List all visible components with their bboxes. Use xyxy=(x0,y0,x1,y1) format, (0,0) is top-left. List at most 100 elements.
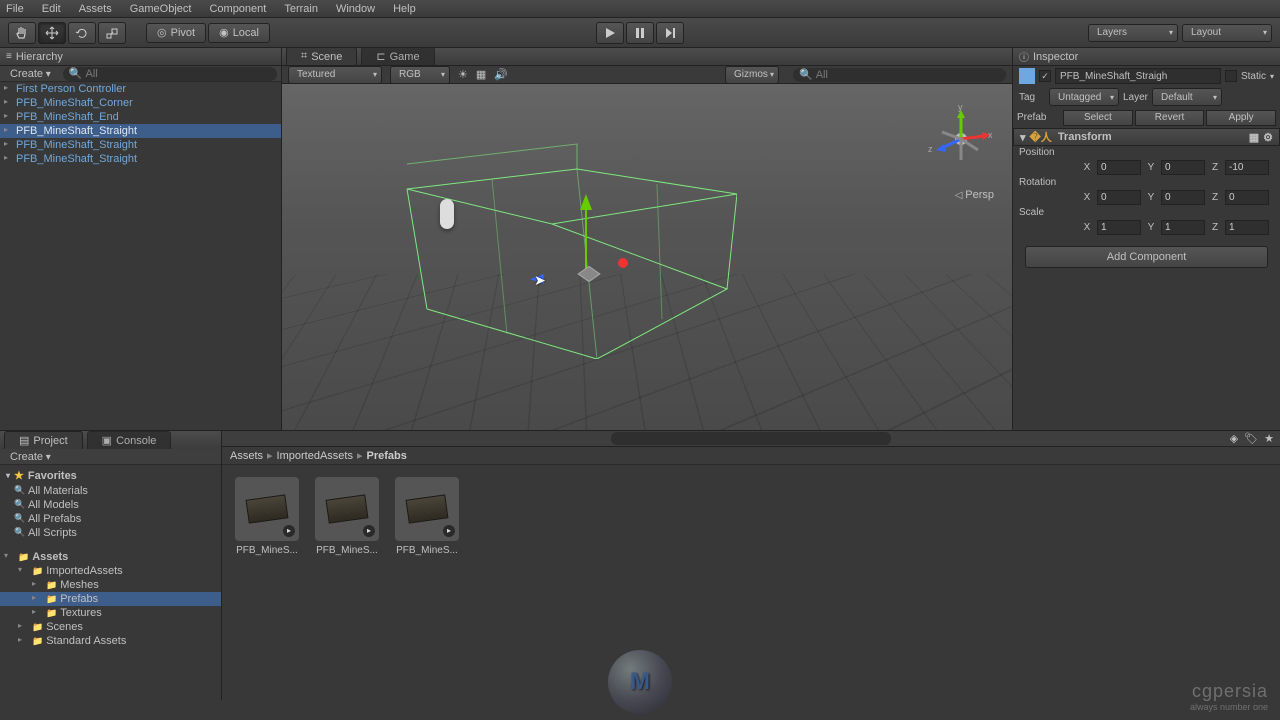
active-checkbox[interactable]: ✓ xyxy=(1039,70,1051,82)
layers-dropdown[interactable]: Layers xyxy=(1088,24,1178,42)
tab-project[interactable]: ▤Project xyxy=(4,431,83,449)
hierarchy-create[interactable]: Create ▾ xyxy=(4,68,57,80)
prefab-select-button[interactable]: Select xyxy=(1063,110,1133,126)
folder-item[interactable]: 📁ImportedAssets xyxy=(0,564,221,578)
favorites-label: Favorites xyxy=(28,470,77,482)
assets-search[interactable] xyxy=(611,432,891,445)
rotate-tool[interactable] xyxy=(68,22,96,44)
crumb-prefabs[interactable]: Prefabs xyxy=(367,450,407,462)
gear-icon[interactable]: ⚙ xyxy=(1263,131,1273,144)
filter-icon[interactable]: ◈ xyxy=(1230,432,1238,445)
favorite-item[interactable]: All Models xyxy=(0,498,221,512)
orientation-gizmo[interactable]: y x z xyxy=(926,104,996,174)
favorites-header[interactable]: ▾★Favorites xyxy=(0,467,221,484)
step-button[interactable] xyxy=(656,22,684,44)
hierarchy-item[interactable]: PFB_MineShaft_Straight xyxy=(0,138,281,152)
play-button[interactable] xyxy=(596,22,624,44)
audio-icon[interactable]: 🔊 xyxy=(494,68,508,81)
player-capsule xyxy=(440,199,454,229)
fx-icon[interactable]: ▦ xyxy=(476,68,486,81)
layer-dropdown[interactable]: Default xyxy=(1152,88,1222,106)
menu-help[interactable]: Help xyxy=(393,3,416,15)
folder-item[interactable]: 📁Scenes xyxy=(0,620,221,634)
crumb-imported[interactable]: ImportedAssets xyxy=(277,450,353,462)
position-z[interactable] xyxy=(1225,160,1269,175)
gizmo-x-arrow[interactable] xyxy=(618,258,628,268)
static-dropdown-icon[interactable]: ▾ xyxy=(1270,72,1274,81)
transform-header[interactable]: ▾ �人 Transform ▦ ⚙ xyxy=(1013,128,1280,146)
tab-game[interactable]: ⊏Game xyxy=(361,47,434,65)
asset-item[interactable]: PFB_MineS... xyxy=(314,477,380,556)
assets-toolbar: ◈ 🏷 ★ xyxy=(222,431,1280,447)
star-icon[interactable]: ★ xyxy=(1264,432,1274,445)
menu-gameobject[interactable]: GameObject xyxy=(130,3,192,15)
asset-item[interactable]: PFB_MineS... xyxy=(394,477,460,556)
hierarchy-item[interactable]: PFB_MineShaft_Corner xyxy=(0,96,281,110)
assets-root[interactable]: 📁Assets xyxy=(0,550,221,564)
light-icon[interactable]: ☀ xyxy=(458,68,468,81)
gizmos-dropdown[interactable]: Gizmos xyxy=(725,66,779,84)
static-checkbox[interactable] xyxy=(1225,70,1237,82)
scale-tool[interactable] xyxy=(98,22,126,44)
hierarchy-item[interactable]: First Person Controller xyxy=(0,82,281,96)
scene-viewport[interactable]: ➤ y x z ◁ Persp xyxy=(282,84,1012,430)
layout-dropdown[interactable]: Layout xyxy=(1182,24,1272,42)
add-component-button[interactable]: Add Component xyxy=(1025,246,1268,268)
asset-item[interactable]: PFB_MineS... xyxy=(234,477,300,556)
menu-assets[interactable]: Assets xyxy=(79,3,112,15)
scale-x[interactable] xyxy=(1097,220,1141,235)
move-tool[interactable] xyxy=(38,22,66,44)
rotation-z[interactable] xyxy=(1225,190,1269,205)
hierarchy-item[interactable]: PFB_MineShaft_Straight xyxy=(0,152,281,166)
favorite-item[interactable]: All Prefabs xyxy=(0,512,221,526)
rotation-x[interactable] xyxy=(1097,190,1141,205)
help-icon[interactable]: ▦ xyxy=(1249,131,1259,144)
shading-dropdown[interactable]: Textured xyxy=(288,66,382,84)
hierarchy-search[interactable]: 🔍 All xyxy=(63,67,277,81)
tab-scene[interactable]: ⌗Scene xyxy=(286,47,357,65)
object-name-row: ✓ PFB_MineShaft_Straigh Static ▾ xyxy=(1013,66,1280,86)
folder-item[interactable]: 📁Standard Assets xyxy=(0,634,221,648)
scene-search[interactable]: 🔍 All xyxy=(793,68,1006,82)
menu-edit[interactable]: Edit xyxy=(42,3,61,15)
scale-z[interactable] xyxy=(1225,220,1269,235)
prefab-revert-button[interactable]: Revert xyxy=(1135,110,1205,126)
rotation-y[interactable] xyxy=(1161,190,1205,205)
tab-console[interactable]: ▣Console xyxy=(87,431,172,449)
object-name-field[interactable]: PFB_MineShaft_Straigh xyxy=(1055,68,1221,84)
folder-item[interactable]: 📁Textures xyxy=(0,606,221,620)
menu-file[interactable]: File xyxy=(6,3,24,15)
label-icon[interactable]: 🏷 xyxy=(1244,432,1258,445)
render-dropdown[interactable]: RGB xyxy=(390,66,450,84)
projection-label[interactable]: ◁ Persp xyxy=(955,189,994,201)
prefab-apply-button[interactable]: Apply xyxy=(1206,110,1276,126)
position-x[interactable] xyxy=(1097,160,1141,175)
position-y[interactable] xyxy=(1161,160,1205,175)
project-create[interactable]: Create ▾ xyxy=(4,451,57,463)
hand-tool[interactable] xyxy=(8,22,36,44)
scale-y[interactable] xyxy=(1161,220,1205,235)
asset-thumbnail xyxy=(315,477,379,541)
folder-item[interactable]: 📁Prefabs xyxy=(0,592,221,606)
pivot-icon: ◎ xyxy=(157,26,167,39)
crumb-sep: ▸ xyxy=(267,449,273,462)
crumb-assets[interactable]: Assets xyxy=(230,450,263,462)
menu-component[interactable]: Component xyxy=(209,3,266,15)
prefab-row: Prefab Select Revert Apply xyxy=(1013,108,1280,128)
local-toggle[interactable]: ◉ Local xyxy=(208,23,270,43)
pause-button[interactable] xyxy=(626,22,654,44)
gizmo-y-arrow[interactable] xyxy=(580,194,592,210)
favorite-item[interactable]: All Materials xyxy=(0,484,221,498)
assets-filter-icons: ◈ 🏷 ★ xyxy=(1230,432,1274,445)
inspector-header[interactable]: ⓘ Inspector xyxy=(1013,48,1280,66)
favorite-item[interactable]: All Scripts xyxy=(0,526,221,540)
menu-terrain[interactable]: Terrain xyxy=(284,3,318,15)
menu-window[interactable]: Window xyxy=(336,3,375,15)
folder-item[interactable]: 📁Meshes xyxy=(0,578,221,592)
hierarchy-panel: ≡ Hierarchy Create ▾ 🔍 All First Person … xyxy=(0,48,282,430)
hierarchy-item[interactable]: PFB_MineShaft_Straight xyxy=(0,124,281,138)
hierarchy-header[interactable]: ≡ Hierarchy xyxy=(0,48,281,66)
tag-dropdown[interactable]: Untagged xyxy=(1049,88,1119,106)
pivot-toggle[interactable]: ◎ Pivot xyxy=(146,23,206,43)
hierarchy-item[interactable]: PFB_MineShaft_End xyxy=(0,110,281,124)
